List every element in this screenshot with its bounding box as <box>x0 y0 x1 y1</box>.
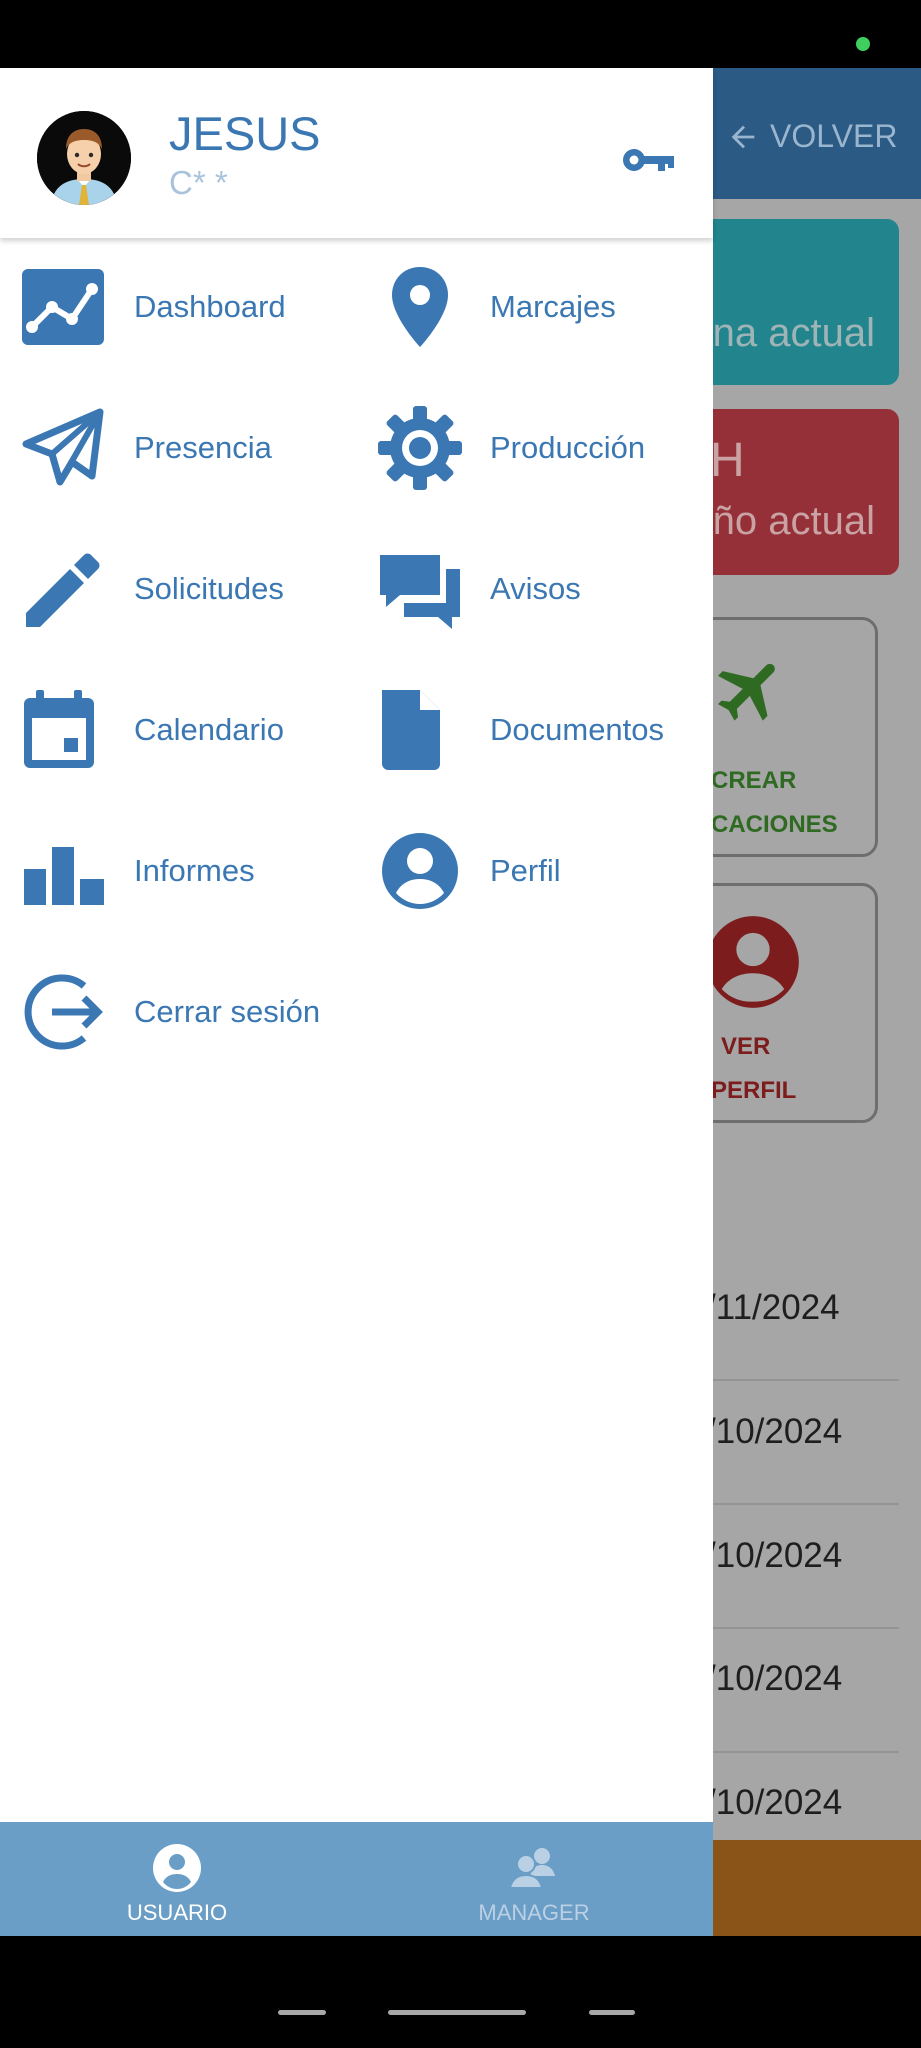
menu-item-perfil[interactable]: Perfil <box>378 826 561 916</box>
create-vacations-line2: CACIONES <box>711 811 838 838</box>
avatar[interactable] <box>37 111 131 205</box>
tab-label: MANAGER <box>478 1900 590 1925</box>
paper-plane-icon <box>22 406 106 490</box>
menu-item-label: Informes <box>134 853 255 888</box>
menu-item-label: Avisos <box>490 571 581 606</box>
view-profile-line1: VER <box>721 1033 771 1060</box>
tab-manager[interactable]: MANAGER <box>414 1822 654 1936</box>
system-navigation-bar <box>0 1936 921 2048</box>
calendar-icon <box>22 688 106 772</box>
key-icon[interactable] <box>620 140 676 180</box>
menu-item-documentos[interactable]: Documentos <box>378 685 664 775</box>
list-item-date: /10/2024 <box>706 1783 843 1822</box>
view-profile-line2: PERFIL <box>711 1077 797 1104</box>
user-subtitle: C* * <box>169 164 228 201</box>
menu-item-label: Calendario <box>134 712 284 747</box>
list-item-date: /10/2024 <box>706 1659 843 1698</box>
menu-item-label: Solicitudes <box>134 571 284 606</box>
back-label: VOLVER <box>770 118 898 154</box>
navigation-drawer: JESUS C* * Dashboard Marcajes Presencia <box>0 68 713 1936</box>
menu-item-calendario[interactable]: Calendario <box>22 685 284 775</box>
list-divider <box>712 1627 899 1629</box>
user-circle-icon <box>378 829 462 913</box>
avatar-illustration <box>37 111 131 205</box>
list-divider <box>712 1503 899 1505</box>
menu-item-cerrar-sesion[interactable]: Cerrar sesión <box>22 967 320 1057</box>
tab-label: USUARIO <box>126 1900 228 1925</box>
document-icon <box>378 688 462 772</box>
back-button[interactable]: VOLVER <box>726 118 897 155</box>
map-pin-icon <box>378 265 462 349</box>
nav-home[interactable] <box>388 2010 526 2015</box>
tab-usuario[interactable]: USUARIO <box>57 1822 297 1936</box>
drawer-tab-bar: USUARIO MANAGER <box>0 1822 713 1936</box>
menu-item-presencia[interactable]: Presencia <box>22 403 272 493</box>
menu-item-label: Producción <box>490 430 646 465</box>
list-item-date: /10/2024 <box>706 1536 843 1575</box>
chat-bubbles-icon <box>378 547 462 631</box>
create-vacations-line1: CREAR <box>711 767 797 794</box>
menu-item-label: Presencia <box>134 430 272 465</box>
pencil-icon <box>22 547 106 631</box>
users-icon <box>508 1848 555 1889</box>
list-divider <box>712 1379 899 1381</box>
nav-recent-apps[interactable] <box>278 2010 326 2015</box>
menu-item-solicitudes[interactable]: Solicitudes <box>22 544 284 634</box>
privacy-indicator-dot <box>856 37 870 51</box>
menu-item-label: Documentos <box>490 712 665 747</box>
menu-item-marcajes[interactable]: Marcajes <box>378 262 616 352</box>
airplane-icon <box>718 663 775 721</box>
nav-back[interactable] <box>589 2010 635 2015</box>
menu-item-avisos[interactable]: Avisos <box>378 544 581 634</box>
menu-item-dashboard[interactable]: Dashboard <box>22 262 286 352</box>
menu-item-informes[interactable]: Informes <box>22 826 255 916</box>
menu-item-label: Cerrar sesión <box>134 994 321 1029</box>
list-item-date: /11/2024 <box>706 1288 840 1327</box>
user-name: JESUS <box>169 107 321 160</box>
status-bar <box>0 0 921 68</box>
menu-item-label: Perfil <box>490 853 561 888</box>
arrow-left-icon <box>731 125 755 148</box>
menu-item-label: Marcajes <box>490 289 616 324</box>
summary-card-year-text: ño actual <box>712 499 875 543</box>
list-item-date: /10/2024 <box>706 1412 843 1451</box>
menu-item-produccion[interactable]: Producción <box>378 403 645 493</box>
gear-icon <box>378 406 462 490</box>
list-divider <box>712 1751 899 1753</box>
user-circle-icon <box>153 1844 201 1892</box>
bar-chart-icon <box>22 829 106 913</box>
logout-icon <box>22 970 106 1054</box>
menu-item-label: Dashboard <box>134 289 286 324</box>
user-circle-icon <box>707 916 799 1008</box>
summary-card-year-title: H <box>710 434 745 487</box>
chart-line-icon <box>22 265 106 349</box>
summary-card-week-text: na actual <box>712 311 875 355</box>
drawer-header: JESUS C* * <box>0 68 713 238</box>
